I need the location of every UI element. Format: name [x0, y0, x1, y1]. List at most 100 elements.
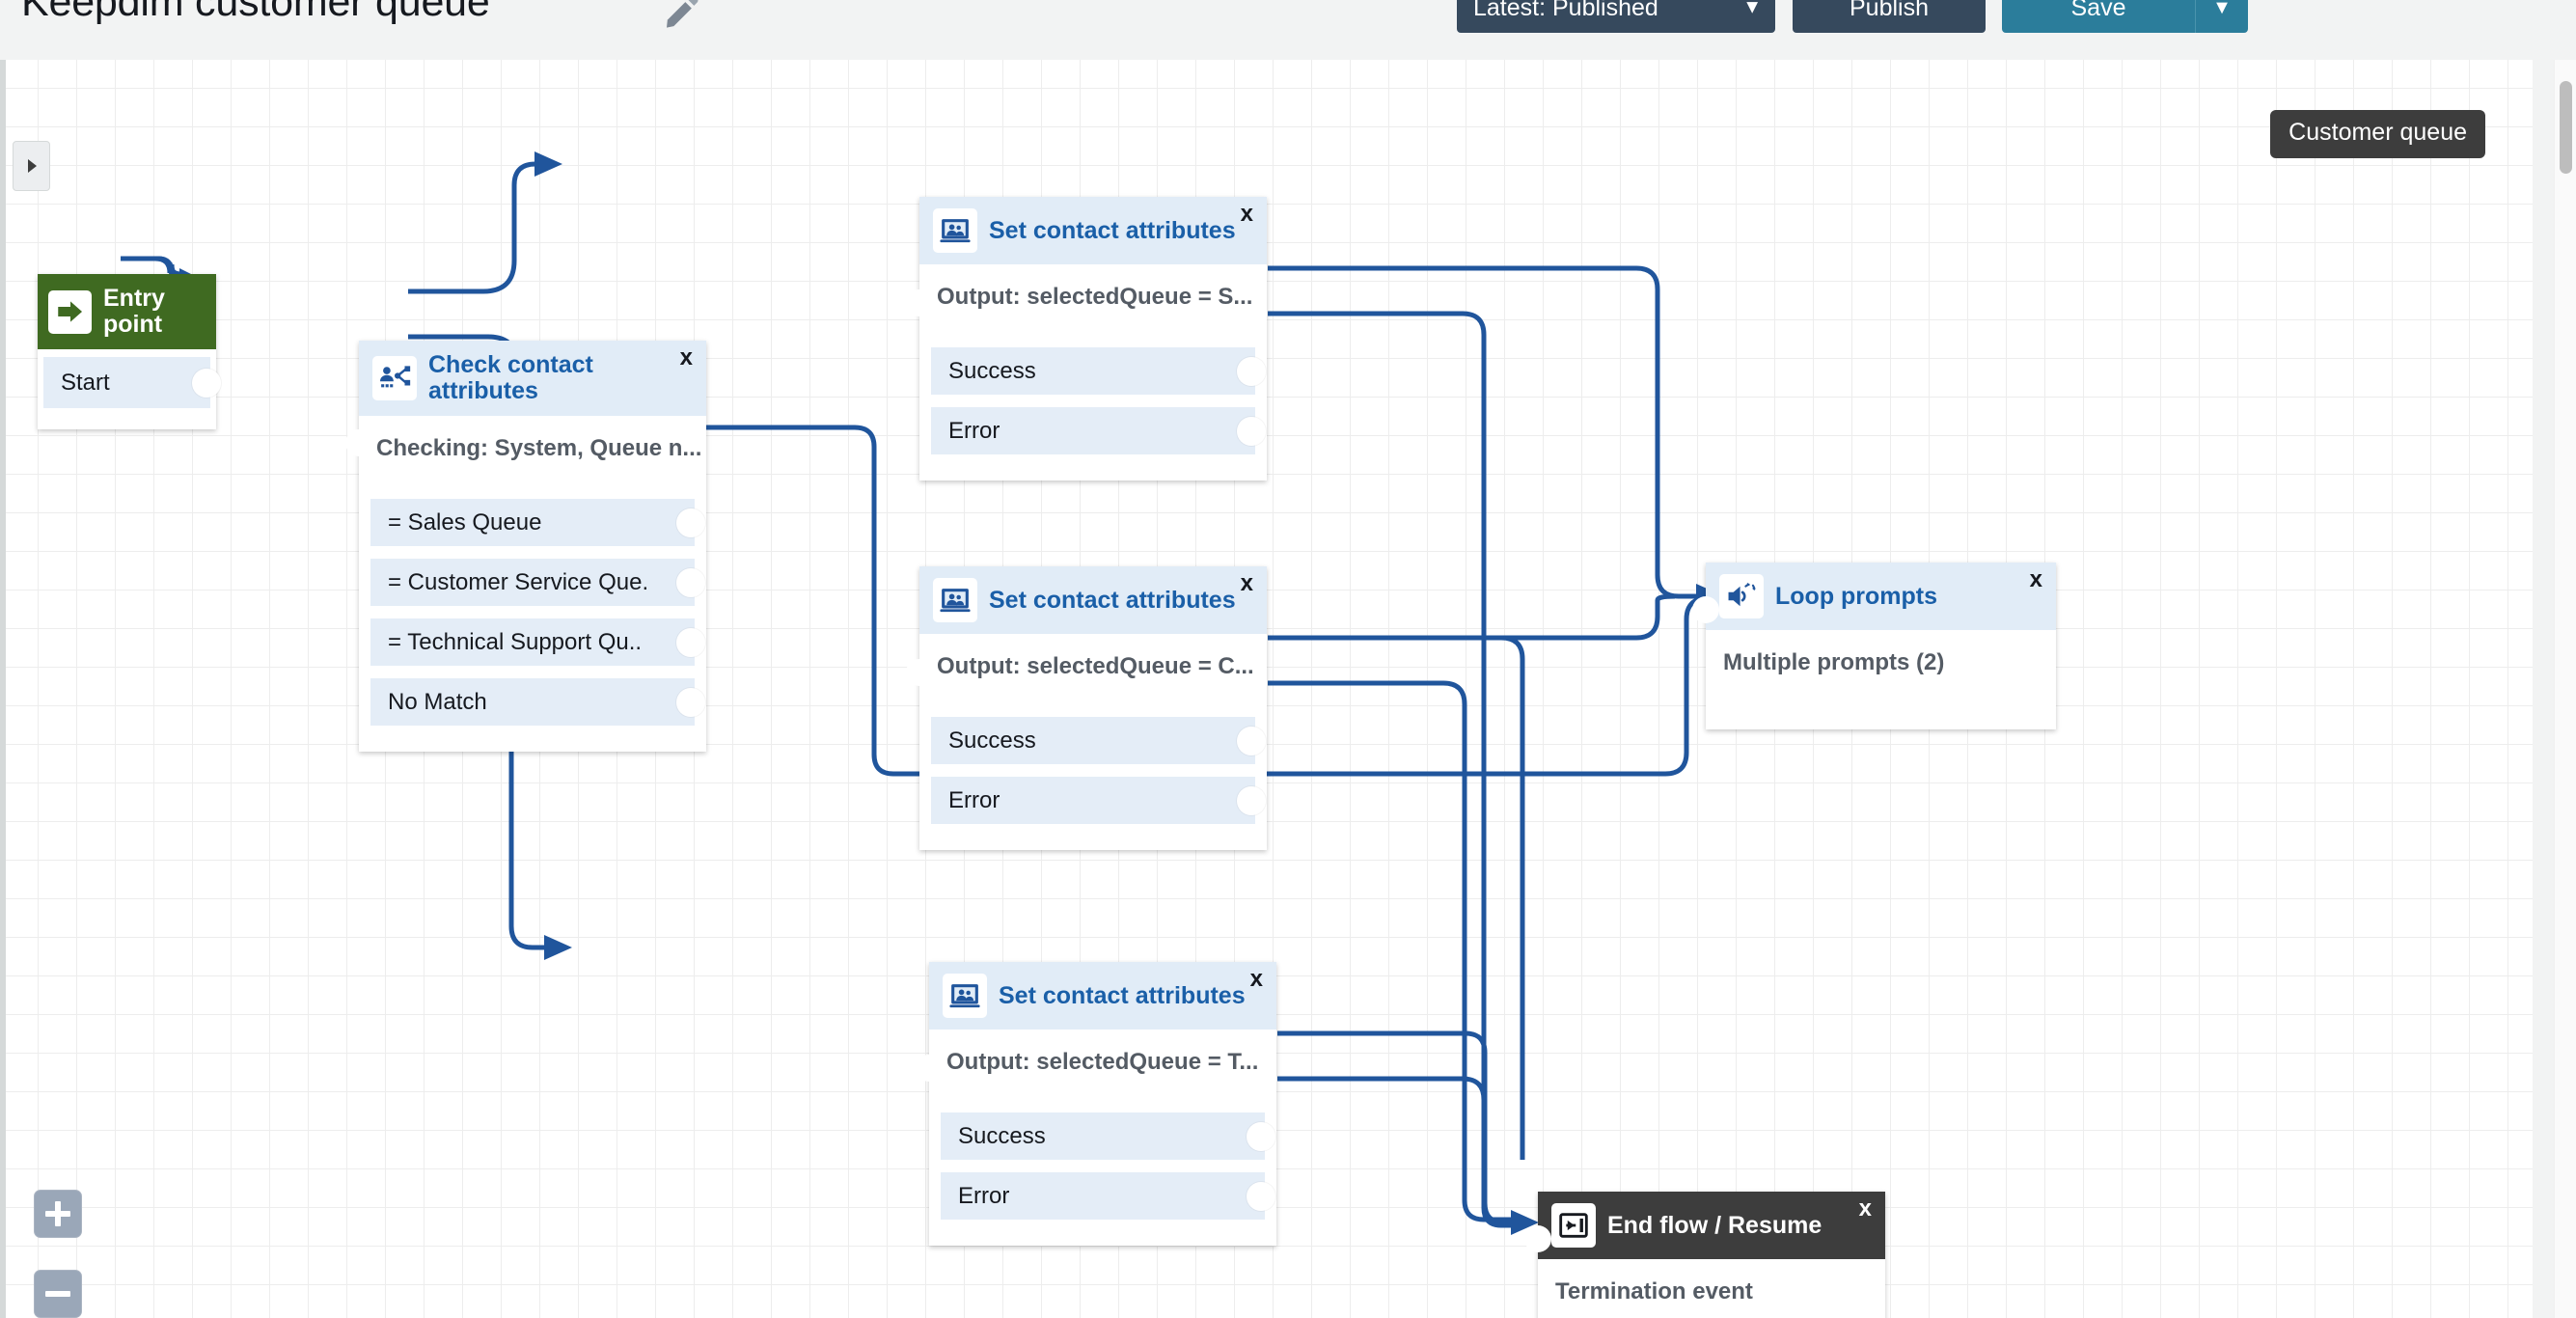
- node-loop-prompts[interactable]: Loop prompts x Multiple prompts (2): [1692, 563, 2056, 729]
- node-body: Start: [38, 349, 221, 429]
- node-set-contact-attributes-1[interactable]: Set contact attributes x Output: selecte…: [906, 197, 1267, 481]
- close-icon[interactable]: x: [1250, 968, 1263, 991]
- close-icon[interactable]: x: [680, 346, 693, 370]
- port-label: Error: [948, 786, 1000, 813]
- port-no-match[interactable]: No Match: [370, 678, 705, 726]
- node-set-contact-attributes-3[interactable]: Set contact attributes x Output: selecte…: [916, 962, 1276, 1246]
- node-body: Output: selectedQueue = T... Success Err…: [929, 1030, 1276, 1246]
- port-error[interactable]: Error: [931, 407, 1266, 454]
- port-connector-dot[interactable]: [1237, 726, 1266, 755]
- save-button[interactable]: Save: [2002, 0, 2195, 33]
- port-label: Error: [948, 417, 1000, 444]
- check-contact-attributes-icon: [372, 356, 417, 400]
- page-title: Keepdim customer queue: [21, 0, 490, 25]
- node-entry-point[interactable]: Entry point Start: [38, 274, 221, 429]
- port-success[interactable]: Success: [931, 347, 1266, 395]
- port-connector-dot[interactable]: [676, 567, 705, 597]
- node-input-dot[interactable]: [1692, 596, 1719, 623]
- node-set-contact-attributes-2[interactable]: Set contact attributes x Output: selecte…: [906, 566, 1267, 850]
- node-input-dot[interactable]: [906, 659, 933, 686]
- node-title: Loop prompts: [1775, 582, 1938, 610]
- node-subtitle: Multiple prompts (2): [1723, 649, 1945, 675]
- flow-canvas-wrapper: Customer queue Entry point Start Check c…: [0, 60, 2576, 1318]
- port-connector-dot[interactable]: [192, 368, 221, 398]
- port-start[interactable]: Start: [43, 357, 221, 408]
- node-subtitle: Termination event: [1555, 1278, 1753, 1304]
- node-subtitle: Checking: System, Queue n...: [376, 435, 702, 461]
- port-connector-dot[interactable]: [1247, 1121, 1275, 1151]
- node-subtitle: Output: selectedQueue = C...: [937, 653, 1254, 679]
- node-header: Set contact attributes x: [919, 566, 1267, 634]
- node-body: Multiple prompts (2): [1706, 630, 2056, 700]
- minus-icon: [45, 1291, 70, 1297]
- publish-button-label: Publish: [1850, 0, 1929, 21]
- node-body: Termination event: [1538, 1259, 1885, 1318]
- node-header: Set contact attributes x: [929, 962, 1276, 1030]
- save-dropdown-button[interactable]: ▼: [2195, 0, 2248, 33]
- flow-canvas[interactable]: Customer queue Entry point Start Check c…: [6, 60, 2533, 1318]
- version-select[interactable]: Latest: Published ▼: [1457, 0, 1775, 33]
- port-label: Start: [61, 369, 110, 396]
- app-header: Keepdim customer queue Latest: Published…: [0, 0, 2576, 60]
- pencil-icon[interactable]: [662, 0, 700, 31]
- zoom-out-button[interactable]: [34, 1270, 82, 1318]
- canvas-tooltip: Customer queue: [2270, 110, 2485, 158]
- port-connector-dot[interactable]: [676, 627, 705, 657]
- node-header: End flow / Resume x: [1538, 1192, 1885, 1259]
- node-input-dot[interactable]: [1524, 1225, 1551, 1252]
- port-technical-support-queue[interactable]: = Technical Support Qu..: [370, 618, 705, 666]
- port-connector-dot[interactable]: [676, 508, 705, 537]
- port-label: = Customer Service Que.: [388, 568, 649, 595]
- node-input-dot[interactable]: [916, 1055, 943, 1082]
- port-connector-dot[interactable]: [1237, 416, 1266, 446]
- node-body: Checking: System, Queue n... = Sales Que…: [359, 416, 706, 752]
- node-check-contact-attributes[interactable]: Check contact attributes x Checking: Sys…: [345, 341, 706, 752]
- loop-prompts-speaker-icon: [1719, 574, 1764, 618]
- close-icon[interactable]: x: [2030, 568, 2042, 591]
- publish-button[interactable]: Publish: [1793, 0, 1986, 33]
- port-success[interactable]: Success: [931, 717, 1266, 764]
- plus-icon-vertical: [55, 1201, 61, 1226]
- node-body: Output: selectedQueue = C... Success Err…: [919, 634, 1267, 850]
- port-connector-dot[interactable]: [1237, 785, 1266, 815]
- port-success[interactable]: Success: [941, 1112, 1275, 1160]
- port-label: Error: [958, 1182, 1010, 1209]
- port-connector-dot[interactable]: [1247, 1181, 1275, 1211]
- close-icon[interactable]: x: [1241, 572, 1253, 595]
- port-customer-service-queue[interactable]: = Customer Service Que.: [370, 559, 705, 606]
- vertical-scrollbar-thumb[interactable]: [2560, 81, 2572, 174]
- node-title: Check contact attributes: [428, 351, 593, 404]
- port-label: Success: [948, 727, 1036, 754]
- port-label: Success: [948, 357, 1036, 384]
- vertical-scrollbar-track[interactable]: [2554, 60, 2576, 1318]
- node-header: Entry point: [38, 274, 216, 349]
- zoom-in-button[interactable]: [34, 1190, 82, 1238]
- port-connector-dot[interactable]: [676, 687, 705, 717]
- entry-arrow-icon: [48, 289, 92, 334]
- end-flow-resume-icon: [1551, 1203, 1596, 1248]
- node-input-dot[interactable]: [906, 289, 933, 316]
- port-error[interactable]: Error: [941, 1172, 1275, 1220]
- close-icon[interactable]: x: [1241, 203, 1253, 226]
- port-connector-dot[interactable]: [1237, 356, 1266, 386]
- node-subtitle: Output: selectedQueue = T...: [946, 1049, 1259, 1075]
- port-error[interactable]: Error: [931, 777, 1266, 824]
- chevron-right-icon: [27, 159, 37, 173]
- node-title: Set contact attributes: [999, 981, 1246, 1009]
- save-button-label: Save: [2070, 0, 2126, 21]
- close-icon[interactable]: x: [1859, 1197, 1872, 1221]
- node-title: Set contact attributes: [989, 586, 1236, 614]
- left-panel-toggle[interactable]: [13, 141, 50, 191]
- set-contact-attributes-icon: [933, 578, 977, 622]
- version-select-label: Latest: Published: [1473, 0, 1658, 21]
- node-title: End flow / Resume: [1607, 1211, 1822, 1239]
- node-end-flow-resume[interactable]: End flow / Resume x Termination event: [1524, 1192, 1885, 1318]
- chevron-down-icon: ▼: [1742, 0, 1762, 18]
- port-sales-queue[interactable]: = Sales Queue: [370, 499, 705, 546]
- node-input-dot[interactable]: [345, 429, 372, 456]
- set-contact-attributes-icon: [933, 208, 977, 253]
- chevron-down-icon: ▼: [2212, 0, 2232, 18]
- node-header: Loop prompts x: [1706, 563, 2056, 630]
